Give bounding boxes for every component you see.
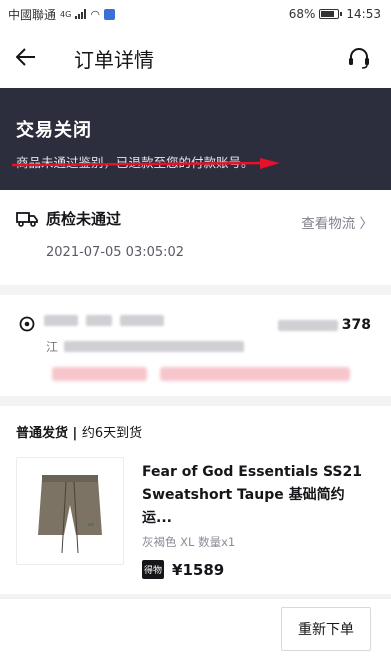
brand-badge: 得物 (142, 560, 165, 579)
ship-eta: 约6天到货 (81, 426, 143, 441)
product-price: ¥1589 (172, 560, 225, 579)
nav-bar: 订单详情 (0, 28, 391, 88)
view-logistics-link[interactable]: 查看物流 〉 (301, 212, 373, 232)
order-status-title: 交易关闭 (16, 120, 92, 141)
product-thumbnail[interactable] (16, 457, 124, 565)
product-name[interactable]: Fear of God Essentials SS21 Sweatshort T… (142, 461, 362, 530)
status-bar: 中國聯通 4G ◠ 68% 14:53 (0, 0, 391, 28)
shorts-image (38, 475, 102, 554)
back-arrow-icon[interactable] (15, 44, 46, 72)
page-title: 订单详情 (74, 47, 154, 72)
signal-icon (75, 9, 87, 19)
wifi-icon: ◠ (90, 7, 100, 21)
bottom-action-bar: 重新下单 (0, 598, 391, 659)
battery-percent: 68% (288, 7, 316, 21)
ship-type: 普通发货 (16, 426, 69, 441)
carrier-label: 中國聯通 (8, 7, 57, 22)
logistics-time: 2021-07-05 03:05:02 (46, 245, 185, 260)
redacted-address-mark (52, 367, 147, 381)
customer-service-icon[interactable] (347, 46, 371, 70)
app-notification-icon (103, 8, 115, 20)
address-province: 江 (46, 340, 59, 354)
logistics-section[interactable]: 质检未通过 查看物流 〉 2021-07-05 03:05:02 (0, 190, 391, 285)
phone-suffix: 378 (341, 317, 371, 333)
shipping-method: 普通发货 | 约6天到货 (16, 426, 143, 441)
battery-icon (319, 9, 340, 19)
address-line: 江 (46, 338, 375, 355)
red-arrow-annotation (12, 158, 280, 169)
product-item[interactable]: Fear of God Essentials SS21 Sweatshort T… (16, 457, 375, 579)
address-section: 378 江 (0, 295, 391, 396)
product-spec: 灰褐色 XL 数量x1 (142, 535, 236, 549)
recipient-phone: 378 (277, 317, 371, 333)
network-label: 4G (60, 9, 72, 19)
product-section: 普通发货 | 约6天到货 Fear of God Essentials SS21… (0, 406, 391, 594)
redacted-address-mark (160, 367, 350, 381)
location-pin-icon (18, 316, 36, 334)
order-status-banner: 交易关闭 商品未通过鉴别，已退款至您的付款账号。 (0, 88, 391, 190)
clock: 14:53 (346, 7, 381, 21)
logistics-status: 质检未通过 (46, 210, 122, 228)
reorder-button[interactable]: 重新下单 (281, 607, 371, 651)
truck-icon (16, 210, 38, 228)
